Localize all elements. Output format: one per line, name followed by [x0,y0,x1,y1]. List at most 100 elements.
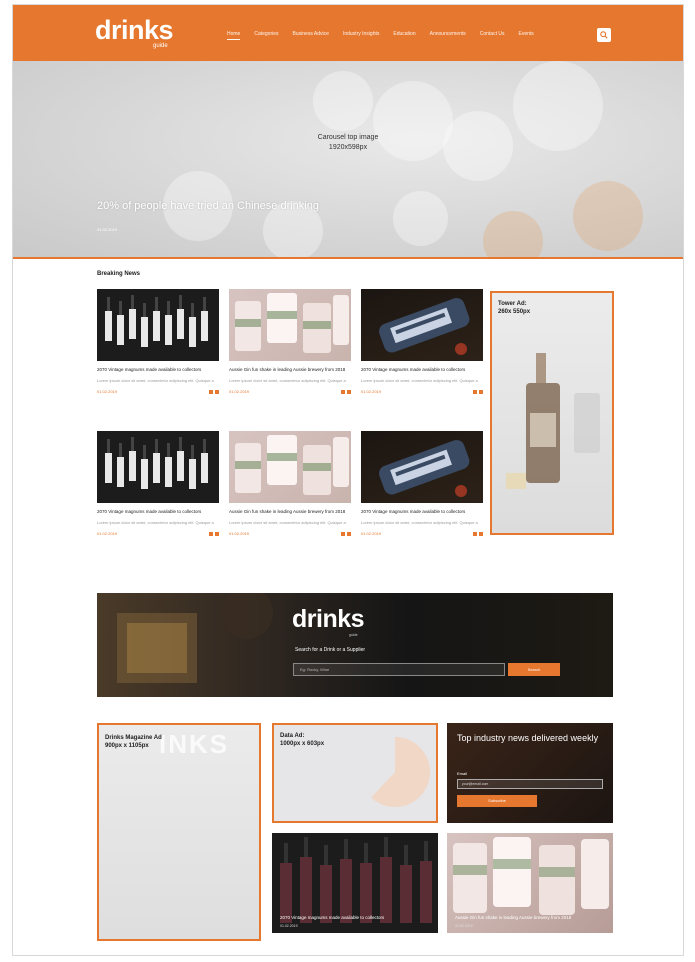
data-ad-line2: 1000px x 603px [280,740,325,747]
share-icon[interactable] [209,531,213,536]
news-card[interactable]: 2070 Vintage magnums made available to c… [361,289,483,394]
feature-tile-date: 01.02.2019 [455,924,473,928]
feature-tile[interactable]: Aussie Gin fun shake in leading Aussie b… [447,833,613,933]
hero-title[interactable]: 20% of people have tried an Chinese drin… [97,199,367,213]
share-icon[interactable] [473,531,477,536]
beekeeper-image [117,593,273,683]
news-card-excerpt: Lorem ipsum dolor sit amet, consectetur … [361,520,478,526]
pie-chart-graphic [360,737,430,807]
news-card-excerpt: Lorem ipsum dolor sit amet, consectetur … [229,378,346,384]
news-card-title[interactable]: 2070 Vintage magnums made available to c… [97,367,219,373]
magazine-ad[interactable]: INKS Drinks Magazine Ad 900px x 1105px [97,723,261,941]
magazine-ad-ghost-text: INKS [159,729,230,759]
nav-item-industry-insights[interactable]: Industry Insights [343,31,379,40]
news-card-image[interactable] [361,289,483,361]
news-card-date: 01.02.2019 [97,389,118,395]
magazine-ad-line1: Drinks Magazine Ad [105,735,162,741]
newsletter-signup: Top industry news delivered weekly Email… [447,723,613,823]
data-ad-line1: Data Ad: [280,733,305,739]
comment-icon[interactable] [347,531,351,536]
banner-logo-sub: guide [349,633,358,637]
news-card-title[interactable]: Aussie Gin fun shake in leading Aussie b… [229,509,351,515]
newsletter-heading: Top industry news delivered weekly [457,733,599,743]
newsletter-email-input[interactable]: your@email.com [457,779,603,789]
share-icon[interactable] [209,389,213,394]
newsletter-email-label: Email [457,771,468,776]
supplier-search-banner: drinks guide Search for a Drink or a Sup… [97,593,613,697]
tower-ad[interactable]: Tower Ad: 260x 550px [490,291,614,535]
data-ad[interactable]: Data Ad: 1000px x 603px [272,723,438,823]
newsletter-subscribe-button[interactable]: Subscribe [457,795,537,807]
breaking-news-heading: Breaking News [97,271,141,277]
comment-icon[interactable] [215,531,219,536]
news-card-date: 01.02.2019 [229,531,250,537]
nav-item-announcements[interactable]: Announcements [430,31,466,40]
share-icon[interactable] [341,389,345,394]
comment-icon[interactable] [479,389,483,394]
wine-bottles-image [105,437,208,489]
news-card-title[interactable]: 2070 Vintage magnums made available to c… [97,509,219,515]
news-card-image[interactable] [97,289,219,361]
comment-icon[interactable] [479,531,483,536]
news-card-image[interactable] [229,289,351,361]
pink-cans-image [235,293,349,353]
hero-image-placeholder-label: Carousel top image 1920x598px [13,133,683,153]
bottle-label-image [379,440,470,497]
news-card[interactable]: Aussie Gin fun shake in leading Aussie b… [229,431,351,536]
banner-logo: drinks [292,605,365,633]
nav-item-home[interactable]: Home [227,31,241,40]
news-card[interactable]: 2070 Vintage magnums made available to c… [97,431,219,536]
site-header: drinks guide Home Categories Business Ad… [13,5,683,61]
share-icon[interactable] [341,531,345,536]
comment-icon[interactable] [215,389,219,394]
bokeh-circle [483,211,543,257]
news-card-image[interactable] [229,431,351,503]
news-card-image[interactable] [361,431,483,503]
nav-item-categories[interactable]: Categories [254,31,278,40]
comment-icon[interactable] [347,389,351,394]
hero-date: 01.02.2019 [97,227,118,232]
news-card-excerpt: Lorem ipsum dolor sit amet, consectetur … [229,520,346,526]
feature-tile-date: 01.02.2019 [280,924,298,928]
news-card-excerpt: Lorem ipsum dolor sit amet, consectetur … [361,378,478,384]
news-card-image[interactable] [97,431,219,503]
tower-ad-line2: 260x 550px [498,308,531,315]
supplier-search-button[interactable]: Search [508,663,560,676]
feature-tile[interactable]: 2070 Vintage magnums made available to c… [272,833,438,933]
data-ad-label: Data Ad: 1000px x 603px [280,733,324,749]
tower-ad-label: Tower Ad: 260x 550px [498,301,530,317]
feature-tile-title[interactable]: 2070 Vintage magnums made available to c… [280,915,420,921]
news-card-excerpt: Lorem ipsum dolor sit amet, consectetur … [97,520,214,526]
hero-carousel[interactable]: Carousel top image 1920x598px 20% of peo… [13,61,683,259]
news-card-date: 01.02.2019 [361,389,382,395]
magazine-ad-label: Drinks Magazine Ad 900px x 1105px [105,735,162,751]
pink-cans-image [235,435,349,495]
news-card[interactable]: 2070 Vintage magnums made available to c… [97,289,219,394]
nav-item-contact[interactable]: Contact Us [480,31,505,40]
site-logo[interactable]: drinks [95,17,174,44]
news-card[interactable]: Aussie Gin fun shake in leading Aussie b… [229,289,351,394]
bokeh-circle [393,191,448,246]
wine-bottles-image [105,295,208,347]
nav-item-events[interactable]: Events [518,31,533,40]
news-card-date: 01.02.2019 [361,531,382,537]
share-icon[interactable] [473,389,477,394]
news-card[interactable]: 2070 Vintage magnums made available to c… [361,431,483,536]
bokeh-circle [313,71,373,131]
main-nav: Home Categories Business Advice Industry… [227,31,534,40]
news-card-title[interactable]: 2070 Vintage magnums made available to c… [361,367,483,373]
page: drinks guide Home Categories Business Ad… [12,4,684,956]
banner-tagline: Search for a Drink or a Supplier [295,647,366,653]
supplier-search-input[interactable]: Eg: Rocky, Wine [293,663,505,676]
bokeh-circle [573,181,643,251]
whiskey-bottle-image [506,353,600,489]
news-card-title[interactable]: 2070 Vintage magnums made available to c… [361,509,483,515]
search-icon [600,31,608,39]
nav-item-education[interactable]: Education [393,31,415,40]
news-card-title[interactable]: Aussie Gin fun shake in leading Aussie b… [229,367,351,373]
feature-tile-title[interactable]: Aussie Gin fun shake in leading Aussie b… [455,915,595,921]
nav-item-business-advice[interactable]: Business Advice [293,31,329,40]
search-button[interactable] [597,28,611,42]
news-card-excerpt: Lorem ipsum dolor sit amet, consectetur … [97,378,214,384]
hero-label-line1: Carousel top image [317,134,379,141]
